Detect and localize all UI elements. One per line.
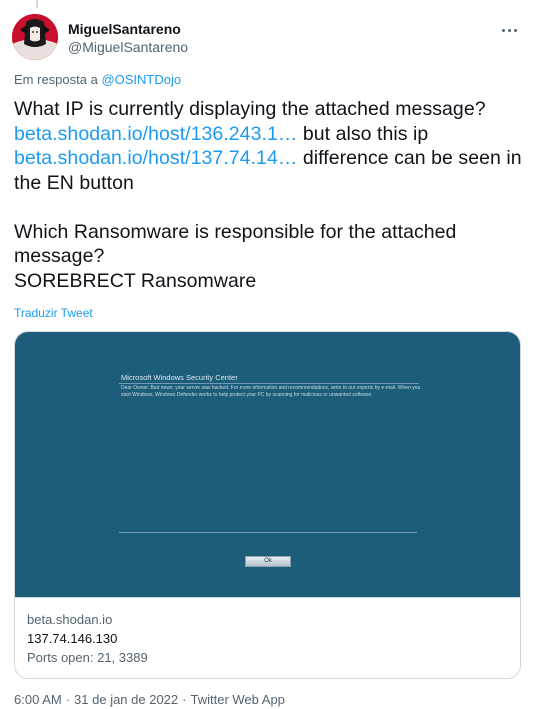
reply-prefix: Em resposta a [14, 72, 98, 87]
dialog-divider [119, 532, 417, 533]
tweet-date[interactable]: 31 de jan de 2022 [74, 692, 178, 707]
display-name[interactable]: MiguelSantareno [68, 20, 188, 38]
shodan-link-1[interactable]: beta.shodan.io/host/136.243.1… [14, 123, 297, 145]
dialog-body: Dear Owner. Bad news: your server was ha… [121, 385, 421, 398]
card-domain: beta.shodan.io [27, 612, 113, 627]
dialog-title: Microsoft Windows Security Center [121, 373, 238, 382]
card-info: beta.shodan.io 137.74.146.130 Ports open… [15, 597, 520, 678]
more-options-icon[interactable] [497, 18, 521, 42]
reply-mention-link[interactable]: @OSINTDojo [101, 72, 181, 87]
reply-context: Em resposta a @OSINTDojo [14, 72, 181, 87]
tweet-meta: 6:00 AM · 31 de jan de 2022 · Twitter Web Ap… [14, 692, 285, 707]
tweet-para-2-line-1: Which Ransomware is responsible for the … [14, 220, 457, 268]
card-ip: 137.74.146.130 [27, 631, 118, 646]
shodan-link-2[interactable]: beta.shodan.io/host/137.74.14… [14, 147, 297, 169]
tweet-text: What IP is currently displaying the atta… [14, 97, 526, 293]
dialog-divider [119, 383, 419, 384]
card-image: Microsoft Windows Security Center Dear O… [15, 332, 520, 597]
tweet-line-1: What IP is currently displaying the atta… [14, 98, 486, 120]
user-handle[interactable]: @MiguelSantareno [68, 38, 188, 56]
tweet-text-after-link-1: but also this ip [297, 122, 429, 145]
tweet-source[interactable]: Twitter Web App [191, 692, 285, 707]
tweet-para-2-line-2: SOREBRECT Ransomware [14, 269, 257, 292]
tweet-header: MiguelSantareno @MiguelSantareno [12, 12, 525, 60]
translate-tweet-link[interactable]: Traduzir Tweet [14, 306, 93, 320]
card-ports: Ports open: 21, 3389 [27, 650, 148, 665]
avatar[interactable] [12, 14, 58, 60]
tweet-time[interactable]: 6:00 AM [14, 692, 62, 707]
link-card[interactable]: Microsoft Windows Security Center Dear O… [14, 331, 521, 679]
thread-line [36, 0, 38, 8]
avatar-image [12, 14, 58, 60]
dialog-ok-button: Ok [245, 556, 291, 567]
